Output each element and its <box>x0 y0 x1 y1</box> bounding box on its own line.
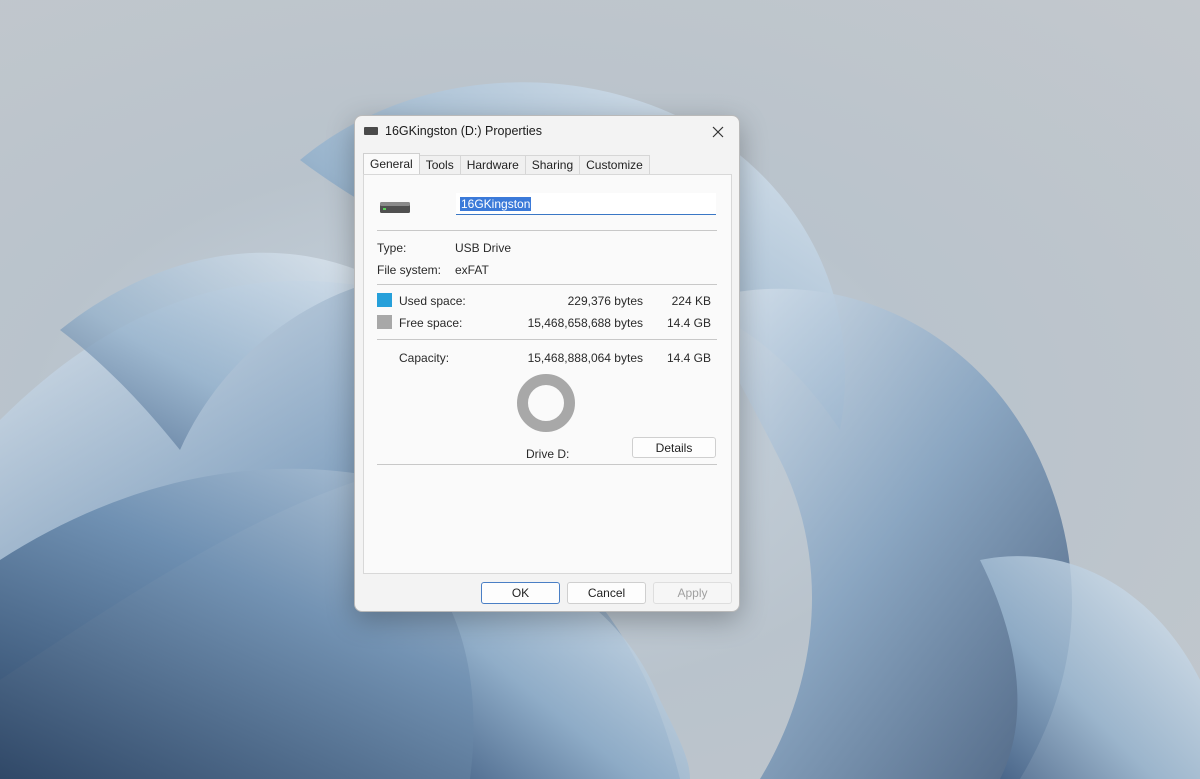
file-system-value: exFAT <box>455 263 489 277</box>
free-space-swatch <box>377 315 392 329</box>
separator <box>377 284 717 285</box>
tab-customize[interactable]: Customize <box>579 155 650 174</box>
ok-button[interactable]: OK <box>481 582 560 604</box>
usb-drive-icon <box>380 202 410 213</box>
tab-tools[interactable]: Tools <box>418 155 461 174</box>
used-space-size: 224 KB <box>671 294 711 308</box>
used-space-bytes: 229,376 bytes <box>567 294 643 308</box>
type-value: USB Drive <box>455 241 512 255</box>
free-space-label: Free space: <box>399 316 463 330</box>
details-button[interactable]: Details <box>632 437 716 458</box>
tab-sharing[interactable]: Sharing <box>524 155 581 174</box>
tab-general[interactable]: General <box>363 153 420 174</box>
general-panel: 16GKingston Type: USB Drive File system:… <box>363 174 732 574</box>
used-space-label: Used space: <box>399 294 466 308</box>
separator <box>377 230 717 231</box>
drive-icon <box>364 127 378 135</box>
dialog-title: 16GKingston (D:) Properties <box>385 124 543 138</box>
free-space-size: 14.4 GB <box>666 316 711 330</box>
volume-name-input[interactable]: 16GKingston <box>456 193 716 215</box>
tab-hardware[interactable]: Hardware <box>459 155 526 174</box>
file-system-label: File system: <box>377 263 442 277</box>
apply-button[interactable]: Apply <box>653 582 732 604</box>
separator <box>377 339 717 340</box>
separator <box>377 464 717 465</box>
used-space-swatch <box>377 293 392 307</box>
drive-letter-label: Drive D: <box>526 447 570 461</box>
capacity-size: 14.4 GB <box>666 351 711 365</box>
tab-strip: General Tools Hardware Sharing Customize <box>363 153 650 174</box>
cancel-button[interactable]: Cancel <box>567 582 646 604</box>
type-label: Type: <box>377 241 407 255</box>
title-bar[interactable]: 16GKingston (D:) Properties <box>355 116 739 148</box>
close-button[interactable] <box>703 120 733 144</box>
properties-dialog: 16GKingston (D:) Properties General Tool… <box>354 115 740 612</box>
close-icon <box>712 126 724 138</box>
capacity-bytes: 15,468,888,064 bytes <box>527 351 643 365</box>
free-space-bytes: 15,468,658,688 bytes <box>527 316 643 330</box>
volume-name-text: 16GKingston <box>460 196 532 211</box>
usage-donut-chart <box>517 374 575 432</box>
free-space-ring <box>517 374 575 432</box>
capacity-label: Capacity: <box>399 351 450 365</box>
